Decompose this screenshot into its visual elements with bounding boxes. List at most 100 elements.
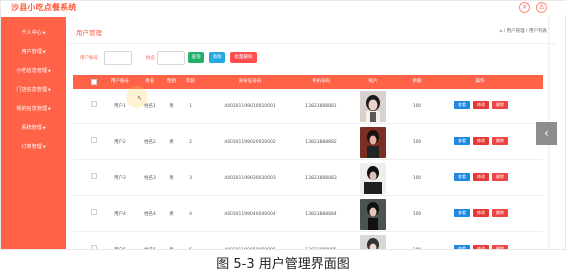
column-header: 照片	[368, 79, 378, 84]
table-row: 用户3 姓名3 男 3 440301199030030003 138238888…	[73, 161, 543, 196]
sidebar-item-store-management[interactable]: 门店信息管理▼	[1, 84, 66, 96]
view-button[interactable]: 查看	[454, 137, 470, 145]
name-search-label: 姓名	[146, 56, 155, 61]
row-checkbox[interactable]	[91, 173, 97, 179]
id-number-cell: 440301199040040004	[224, 212, 276, 217]
id-number-cell: 440301199010010001	[224, 104, 276, 109]
username-cell: 用户5	[106, 233, 134, 249]
view-button[interactable]: 查看	[454, 245, 470, 249]
sidebar-item-label: 门店信息管理	[16, 87, 47, 93]
chevron-down-icon: ▼	[42, 126, 46, 130]
delete-button[interactable]: 删除	[492, 209, 508, 217]
sidebar-item-system-management[interactable]: 系统管理▼	[1, 122, 66, 134]
sidebar: 个人中心▼ 用户管理▼ 小吃信息管理▼ 门店信息管理▼ 我的信息管理▼ 系统管理…	[1, 17, 66, 249]
close-icon[interactable]: ×	[519, 2, 530, 13]
view-button[interactable]: 查看	[454, 101, 470, 109]
row-checkbox[interactable]	[91, 101, 97, 107]
search-button[interactable]: 查询	[188, 52, 204, 63]
balance-cell: 100	[412, 140, 422, 145]
gender-cell: 男	[169, 104, 174, 109]
username-cell: 用户3	[114, 176, 126, 181]
user-icon[interactable]: ♙	[536, 2, 547, 13]
table-row: 用户5 姓名5 男 5 440301199050050005 138238888…	[73, 233, 543, 249]
delete-button[interactable]: 删除	[492, 245, 508, 249]
column-header: 用户账号	[111, 79, 129, 84]
sidebar-item-snack-management[interactable]: 小吃信息管理▼	[1, 65, 66, 77]
column-header: 年龄	[186, 79, 195, 84]
column-header: 性别	[167, 79, 176, 84]
balance-cell: 100	[412, 212, 422, 217]
chevron-down-icon: ▼	[42, 145, 46, 149]
chevron-down-icon: ▼	[42, 50, 46, 54]
delete-button[interactable]: 删除	[492, 137, 508, 145]
age-cell: 4	[189, 212, 192, 217]
delete-button[interactable]: 删除	[492, 101, 508, 109]
top-bar: 沙县小吃点餐系统 × ♙	[1, 1, 566, 15]
batch-delete-button[interactable]: 批量删除	[230, 52, 257, 63]
phone-cell: 13823888883	[305, 176, 337, 181]
column-header: 身份证号码	[238, 79, 262, 84]
table-header: 用户账号 姓名 性别 年龄 身份证号码 手机号码 照片 余额 操作	[73, 75, 543, 89]
username-search-input[interactable]	[104, 51, 132, 65]
table-row: 用户2 姓名2 男 2 440301199020020002 138238888…	[73, 125, 543, 160]
column-header: 余额	[412, 79, 422, 84]
username-cell: 用户4	[114, 212, 126, 217]
row-checkbox[interactable]	[91, 209, 97, 215]
select-all-checkbox[interactable]	[91, 79, 97, 85]
delete-button[interactable]: 删除	[492, 173, 508, 181]
phone-cell: 13823888882	[305, 140, 337, 145]
application-window: 沙县小吃点餐系统 × ♙ 个人中心▼ 用户管理▼ 小吃信息管理▼ 门店信息管理▼…	[0, 0, 566, 250]
edit-button[interactable]: 修改	[473, 209, 489, 217]
age-cell: 5	[183, 233, 198, 249]
main-content: 用户管理 ⌂ / 用户管理 / 用户列表 用户账号 姓名 查询 添加 批量删除 …	[67, 17, 557, 249]
phone-cell: 13823888881	[305, 104, 337, 109]
edit-button[interactable]: 修改	[473, 137, 489, 145]
age-cell: 3	[189, 176, 192, 181]
add-button[interactable]: 添加	[209, 52, 225, 63]
balance-cell: 100	[412, 104, 422, 109]
balance-cell: 100	[412, 176, 422, 181]
sidebar-item-order-management[interactable]: 订单管理▼	[1, 141, 66, 153]
edit-button[interactable]: 修改	[473, 173, 489, 181]
id-number-cell: 440301199020020002	[224, 140, 276, 145]
chevron-down-icon: ▼	[42, 31, 46, 35]
column-header: 手机号码	[312, 79, 330, 84]
name-search-input[interactable]	[157, 51, 185, 65]
gender-cell: 男	[164, 233, 179, 249]
balance-cell: 100	[406, 233, 428, 249]
page-header: 用户管理 ⌂ / 用户管理 / 用户列表	[67, 17, 557, 44]
name-cell: 姓名3	[144, 176, 156, 181]
username-cell: 用户2	[114, 140, 126, 145]
sidebar-item-label: 系统管理	[21, 125, 42, 131]
view-button[interactable]: 查看	[454, 173, 470, 181]
chevron-left-icon[interactable]: ‹	[536, 122, 557, 145]
sidebar-item-label: 我的信息管理	[16, 106, 47, 112]
row-checkbox[interactable]	[91, 137, 97, 143]
user-photo	[360, 163, 386, 194]
gender-cell: 男	[169, 212, 174, 217]
sidebar-item-my-info-management[interactable]: 我的信息管理▼	[1, 103, 66, 115]
age-cell: 2	[189, 140, 192, 145]
sidebar-item-label: 个人中心	[21, 30, 42, 36]
user-photo	[360, 127, 386, 158]
sidebar-item-personal-center[interactable]: 个人中心▼	[1, 27, 66, 39]
chevron-down-icon: ▼	[47, 107, 51, 111]
phone-cell: 13823888884	[305, 212, 337, 217]
name-cell: 姓名5	[139, 233, 161, 249]
sidebar-item-label: 订单管理	[21, 144, 42, 150]
figure-caption: 图 5-3 用户管理界面图	[216, 257, 350, 272]
view-button[interactable]: 查看	[454, 209, 470, 217]
username-search-label: 用户账号	[80, 56, 98, 61]
row-checkbox[interactable]	[91, 245, 97, 249]
id-number-cell: 440301199050050005	[218, 233, 282, 249]
chevron-down-icon: ▼	[47, 88, 51, 92]
name-cell: 姓名2	[144, 140, 156, 145]
gender-cell: 男	[169, 140, 174, 145]
edit-button[interactable]: 修改	[473, 245, 489, 249]
edit-button[interactable]: 修改	[473, 101, 489, 109]
chevron-down-icon: ▼	[47, 69, 51, 73]
sidebar-item-user-management[interactable]: 用户管理▼	[1, 46, 66, 58]
age-cell: 1	[189, 104, 192, 109]
breadcrumb: ⌂ / 用户管理 / 用户列表	[499, 29, 547, 34]
user-photo	[360, 91, 386, 122]
